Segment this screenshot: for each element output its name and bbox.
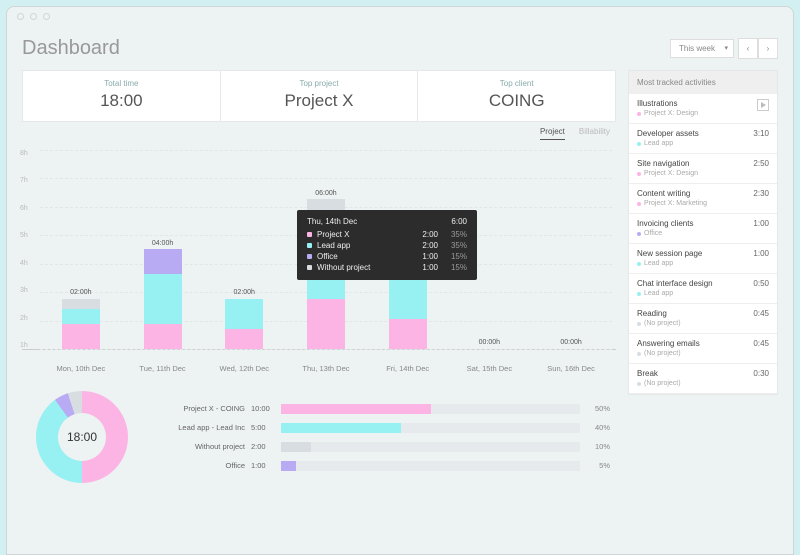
bar-segment <box>62 299 100 309</box>
bar-segment <box>389 319 427 349</box>
summary-panel: Total time 18:00 Top project Project X T… <box>22 70 616 122</box>
tab-billability[interactable]: Billability <box>579 127 610 140</box>
activity-item[interactable]: New session pageLead app1:00 <box>629 244 777 274</box>
prev-button[interactable]: ‹ <box>738 38 758 59</box>
bar-segment <box>307 299 345 349</box>
activity-item[interactable]: Chat interface designLead app0:50 <box>629 274 777 304</box>
activities-header: Most tracked activities <box>629 71 777 94</box>
bar-column[interactable]: 02:00h <box>44 150 118 349</box>
hbar-row: Lead app - Lead Inc5:0040% <box>150 423 610 433</box>
bar-segment <box>62 324 100 349</box>
tab-project[interactable]: Project <box>540 127 565 140</box>
bar-segment <box>62 309 100 324</box>
traffic-light-max[interactable] <box>43 13 50 20</box>
play-icon[interactable] <box>757 99 769 111</box>
bar-column[interactable]: 04:00h <box>125 150 199 349</box>
app-window: Dashboard This week ‹ › Total time 18:00… <box>6 6 794 555</box>
next-button[interactable]: › <box>758 38 778 59</box>
hbar-row: Project X - COING10:0050% <box>150 404 610 414</box>
bar-segment <box>225 299 263 329</box>
activity-item[interactable]: Answering emails(No project)0:45 <box>629 334 777 364</box>
tooltip-row: Without project1:0015% <box>307 262 467 273</box>
donut-center: 18:00 <box>67 430 97 444</box>
traffic-light-close[interactable] <box>17 13 24 20</box>
bar-segment <box>225 329 263 349</box>
donut-chart: 18:00 <box>22 391 142 483</box>
x-axis-labels: Mon, 10th DecTue, 11th DecWed, 12th DecT… <box>40 364 612 373</box>
bar-segment <box>144 324 182 349</box>
tooltip-row: Office1:0015% <box>307 251 467 262</box>
bar-column[interactable]: 02:00h <box>207 150 281 349</box>
tooltip-row: Lead app2:0035% <box>307 240 467 251</box>
summary-top-project: Top project Project X <box>220 71 418 121</box>
hbar-row: Without project2:0010% <box>150 442 610 452</box>
activities-panel: Most tracked activities IllustrationsPro… <box>628 70 778 395</box>
tooltip-row: Project X2:0035% <box>307 229 467 240</box>
tooltip-title: Thu, 14th Dec <box>307 217 357 226</box>
bar-chart: 8h7h6h5h4h3h2h1h 02:00h04:00h02:00h06:00… <box>22 150 616 350</box>
bar-column[interactable]: 00:00h <box>534 150 608 349</box>
chart-tabs: Project Billability <box>22 127 616 140</box>
activity-item[interactable]: IllustrationsProject X: Design <box>629 94 777 124</box>
activity-item[interactable]: Reading(No project)0:45 <box>629 304 777 334</box>
summary-total-time: Total time 18:00 <box>23 71 220 121</box>
y-axis-labels: 8h7h6h5h4h3h2h1h <box>20 150 36 349</box>
tooltip-total: 6:00 <box>451 217 467 226</box>
horizontal-bars: Project X - COING10:0050% Lead app - Lead… <box>150 404 616 471</box>
period-controls: This week ‹ › <box>670 38 778 59</box>
activity-item[interactable]: Developer assetsLead app3:10 <box>629 124 777 154</box>
bar-segment <box>144 249 182 274</box>
summary-top-client: Top client COING <box>417 71 615 121</box>
activity-item[interactable]: Break(No project)0:30 <box>629 364 777 394</box>
hbar-row: Office1:005% <box>150 461 610 471</box>
traffic-light-min[interactable] <box>30 13 37 20</box>
bar-segment <box>144 274 182 324</box>
chart-tooltip: Thu, 14th Dec 6:00 Project X2:0035%Lead … <box>297 210 477 280</box>
period-select[interactable]: This week <box>670 39 734 58</box>
titlebar <box>7 7 793 25</box>
page-title: Dashboard <box>22 37 120 60</box>
activity-item[interactable]: Content writingProject X: Marketing2:30 <box>629 184 777 214</box>
activity-item[interactable]: Site navigationProject X: Design2:50 <box>629 154 777 184</box>
activity-item[interactable]: Invoicing clientsOffice1:00 <box>629 214 777 244</box>
